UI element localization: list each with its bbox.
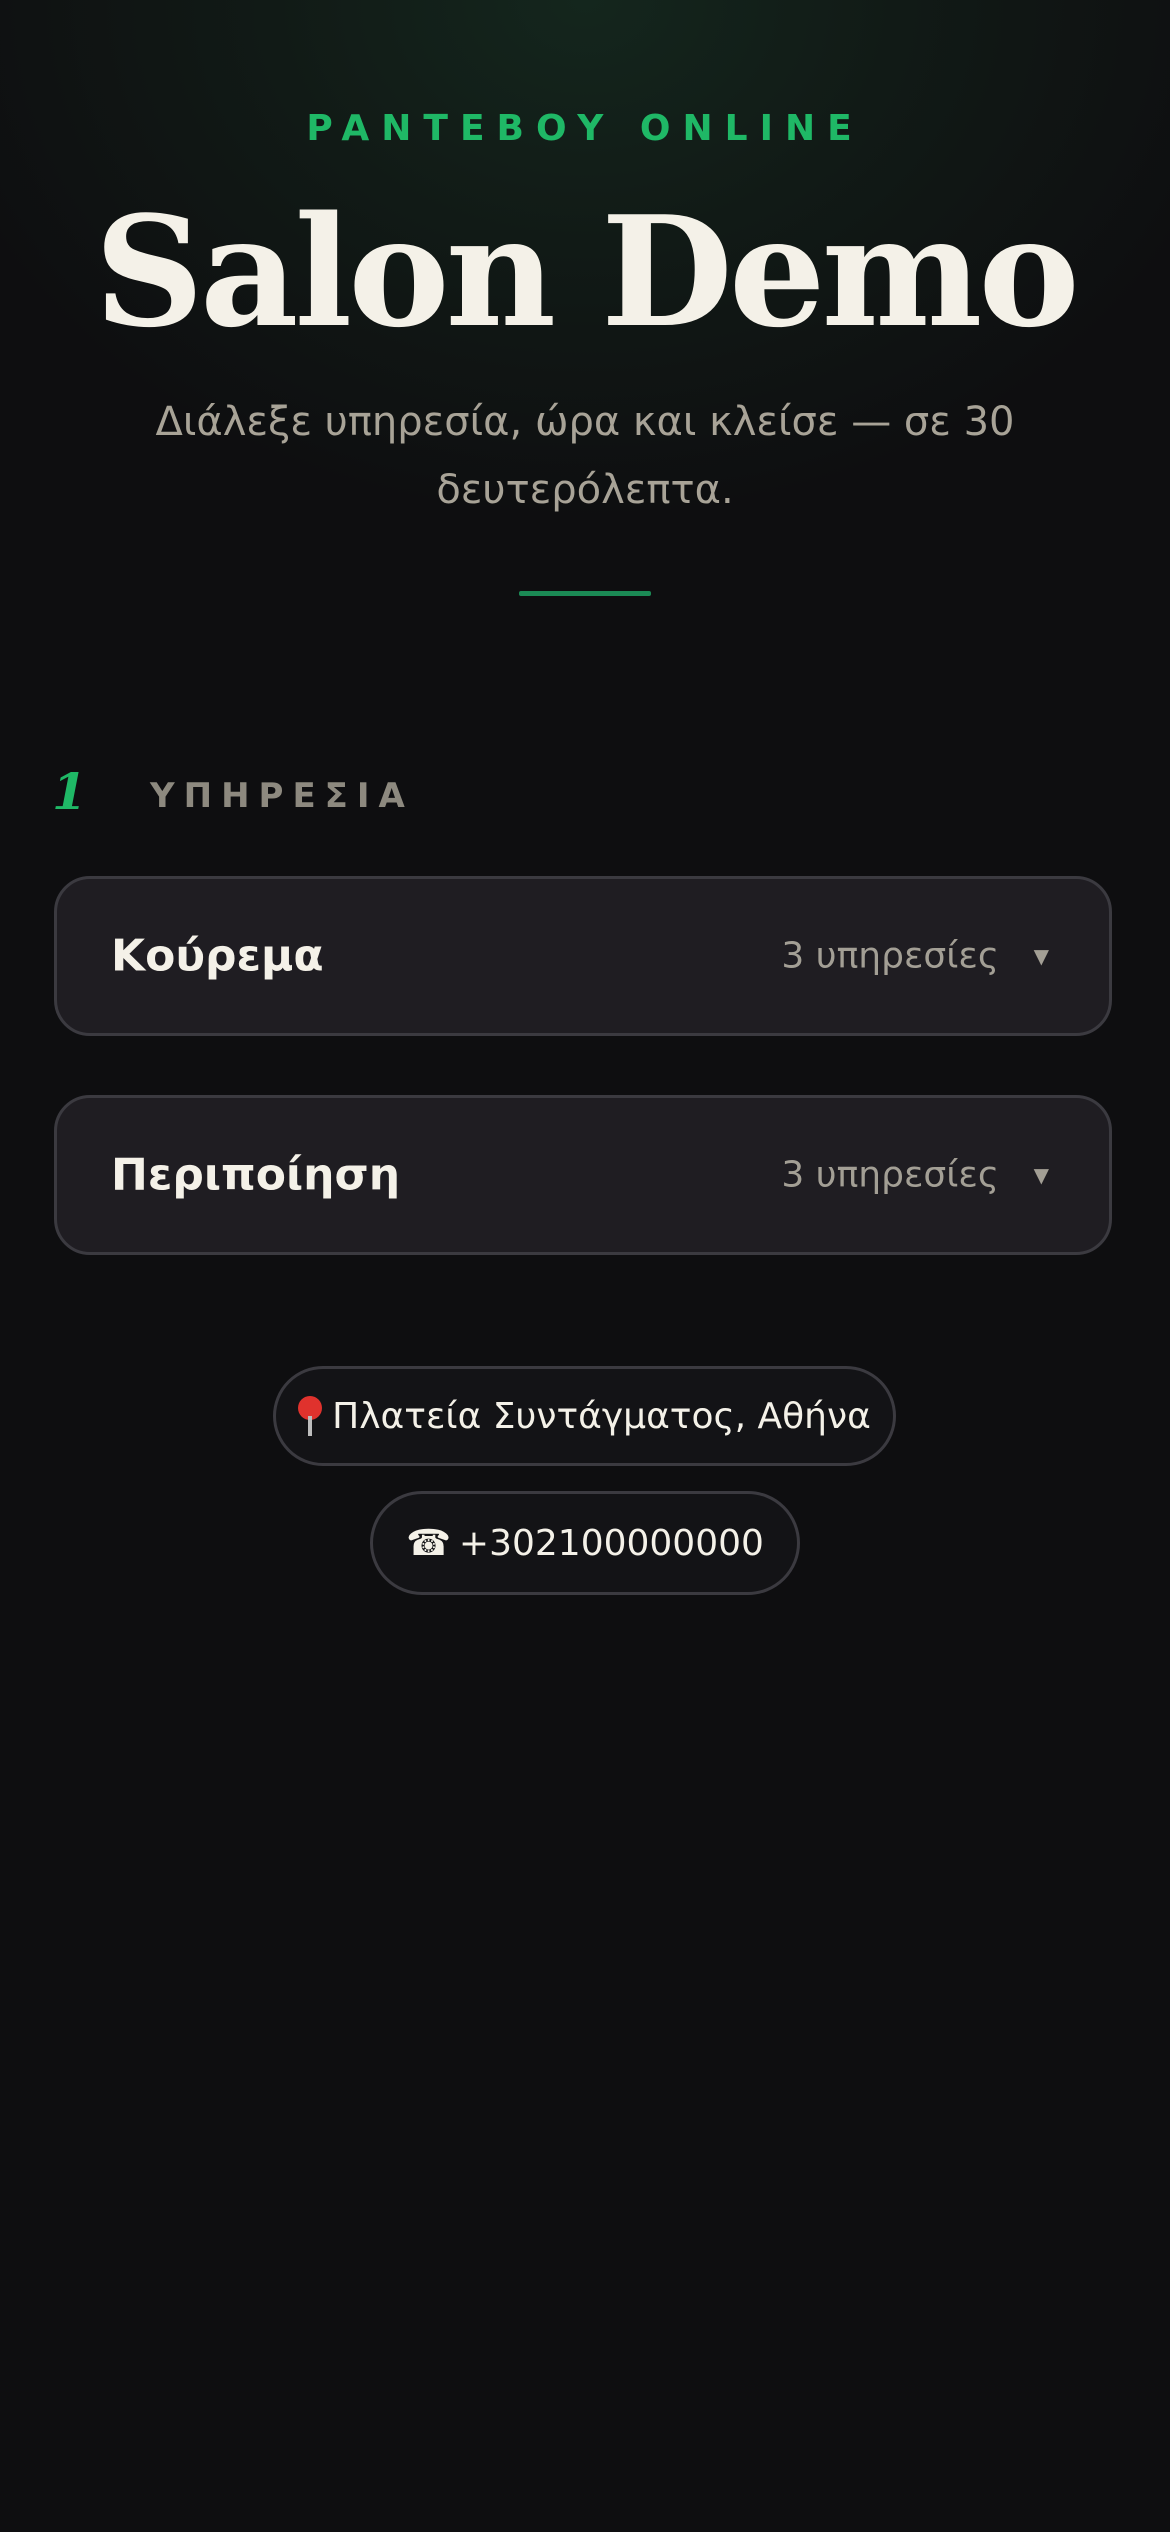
brand-eyebrow: PANTEBOY ONLINE	[306, 108, 864, 149]
category-card-haircut[interactable]: Κούρεμα 3 υπηρεσίες ▼	[54, 876, 1112, 1036]
category-service-count: 3 υπηρεσίες	[781, 935, 999, 977]
category-card-care[interactable]: Περιποίηση 3 υπηρεσίες ▼	[54, 1095, 1112, 1255]
chevron-down-icon: ▼	[1033, 944, 1049, 968]
step-number: 1	[52, 762, 87, 821]
category-name: Περιποίηση	[111, 1149, 401, 1201]
address-text: Πλατεία Συντάγματος, Αθήνα	[332, 1395, 871, 1437]
category-name: Κούρεμα	[111, 930, 324, 982]
chevron-down-icon: ▼	[1033, 1163, 1049, 1187]
page-subtitle: Διάλεξε υπηρεσία, ώρα και κλείσε — σε 30…	[155, 399, 1015, 513]
phone-pill[interactable]: ☎ +302100000000	[370, 1491, 800, 1595]
map-pin-icon	[298, 1396, 323, 1436]
phone-text: +302100000000	[458, 1522, 764, 1564]
address-pill[interactable]: Πλατεία Συντάγματος, Αθήνα	[273, 1366, 896, 1466]
phone-icon: ☎	[406, 1522, 451, 1564]
category-service-count: 3 υπηρεσίες	[781, 1154, 999, 1196]
step-label: ΥΠΗΡΕΣΙΑ	[150, 776, 414, 816]
page-title: Salon Demo	[94, 182, 1080, 361]
header-divider	[519, 591, 651, 596]
